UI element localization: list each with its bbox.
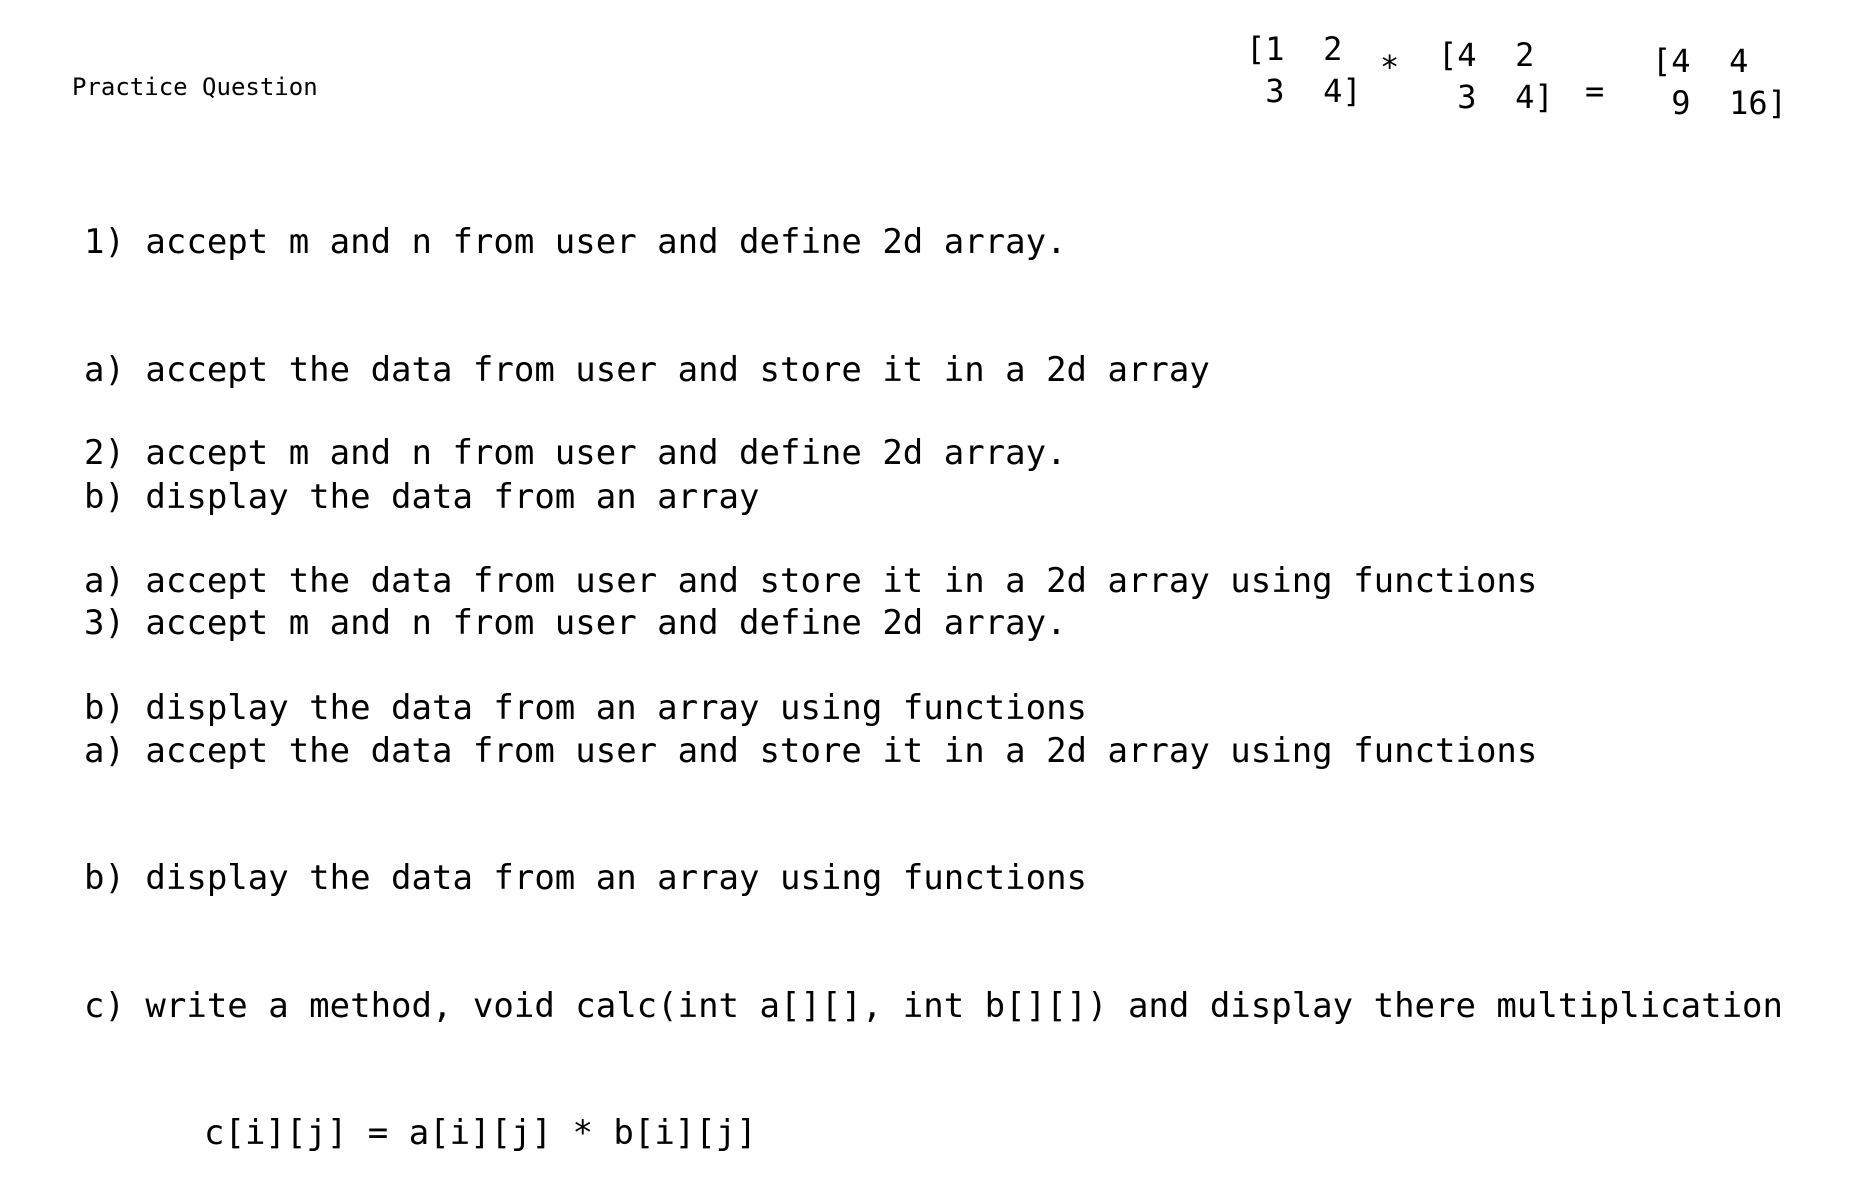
matrix-example: [1 2 3 4] * [4 2 3 4] = [4 4 9 16]: [0, 0, 1787, 378]
matrix-b-row-1: [4 2: [1438, 36, 1535, 74]
question-line: 1) accept m and n from user and define 2…: [84, 222, 1067, 262]
matrix-a-row-1: [1 2: [1246, 30, 1343, 68]
question-line: 3) accept m and n from user and define 2…: [84, 603, 1067, 643]
matrix-b-row-2: 3 4]: [1438, 78, 1554, 116]
multiply-operator: *: [1380, 48, 1400, 86]
formula-line: c[i][j] = a[i][j] * b[i][j]: [204, 1113, 757, 1153]
question-line: a) accept the data from user and store i…: [84, 730, 1538, 771]
equals-operator: =: [1585, 72, 1605, 110]
matrix-c-row-2: 9 16]: [1652, 84, 1787, 122]
question-line: 2) accept m and n from user and define 2…: [84, 433, 1067, 473]
question-line: c) write a method, void calc(int a[][], …: [84, 985, 1783, 1026]
page-title: Practice Question: [72, 73, 318, 101]
matrix-c-row-1: [4 4: [1652, 42, 1749, 80]
question-line: b) display the data from an array using …: [84, 858, 1088, 898]
matrix-a-row-2: 3 4]: [1246, 72, 1362, 110]
question-3: 3) accept m and n from user and define 2…: [84, 517, 1783, 1197]
